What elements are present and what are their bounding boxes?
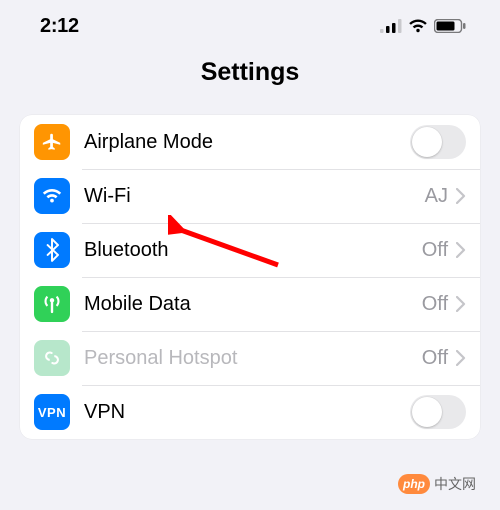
row-mobile-data[interactable]: Mobile Data Off bbox=[20, 277, 480, 331]
wifi-value: AJ bbox=[425, 185, 448, 208]
airplane-label: Airplane Mode bbox=[84, 131, 410, 154]
bluetooth-label: Bluetooth bbox=[84, 239, 422, 262]
vpn-badge-text: VPN bbox=[38, 405, 66, 420]
status-bar: 2:12 bbox=[0, 0, 500, 48]
airplane-icon bbox=[34, 124, 70, 160]
page-header: Settings bbox=[0, 48, 500, 115]
mobile-data-label: Mobile Data bbox=[84, 293, 422, 316]
status-time: 2:12 bbox=[40, 15, 79, 38]
bluetooth-value: Off bbox=[422, 239, 448, 262]
battery-icon bbox=[434, 19, 466, 33]
chevron-right-icon bbox=[456, 350, 466, 366]
settings-group: Airplane Mode Wi-Fi AJ Bluetooth Off bbox=[20, 115, 480, 439]
bluetooth-icon bbox=[34, 232, 70, 268]
page-title: Settings bbox=[0, 58, 500, 87]
antenna-icon bbox=[34, 286, 70, 322]
watermark-text: 中文网 bbox=[434, 474, 476, 494]
wifi-icon bbox=[408, 19, 428, 33]
watermark-pill: php bbox=[398, 474, 430, 494]
row-personal-hotspot[interactable]: Personal Hotspot Off bbox=[20, 331, 480, 385]
watermark: php 中文网 bbox=[398, 474, 476, 494]
row-bluetooth[interactable]: Bluetooth Off bbox=[20, 223, 480, 277]
row-vpn[interactable]: VPN VPN bbox=[20, 385, 480, 439]
vpn-switch[interactable] bbox=[410, 395, 466, 429]
cellular-icon bbox=[380, 19, 402, 33]
airplane-switch[interactable] bbox=[410, 125, 466, 159]
status-indicators bbox=[380, 19, 466, 33]
vpn-icon: VPN bbox=[34, 394, 70, 430]
hotspot-value: Off bbox=[422, 347, 448, 370]
hotspot-icon bbox=[34, 340, 70, 376]
chevron-right-icon bbox=[456, 296, 466, 312]
mobile-data-value: Off bbox=[422, 293, 448, 316]
row-wifi[interactable]: Wi-Fi AJ bbox=[20, 169, 480, 223]
vpn-label: VPN bbox=[84, 401, 410, 424]
chevron-right-icon bbox=[456, 188, 466, 204]
chevron-right-icon bbox=[456, 242, 466, 258]
row-airplane-mode[interactable]: Airplane Mode bbox=[20, 115, 480, 169]
hotspot-label: Personal Hotspot bbox=[84, 347, 422, 370]
wifi-label: Wi-Fi bbox=[84, 185, 425, 208]
wifi-row-icon bbox=[34, 178, 70, 214]
